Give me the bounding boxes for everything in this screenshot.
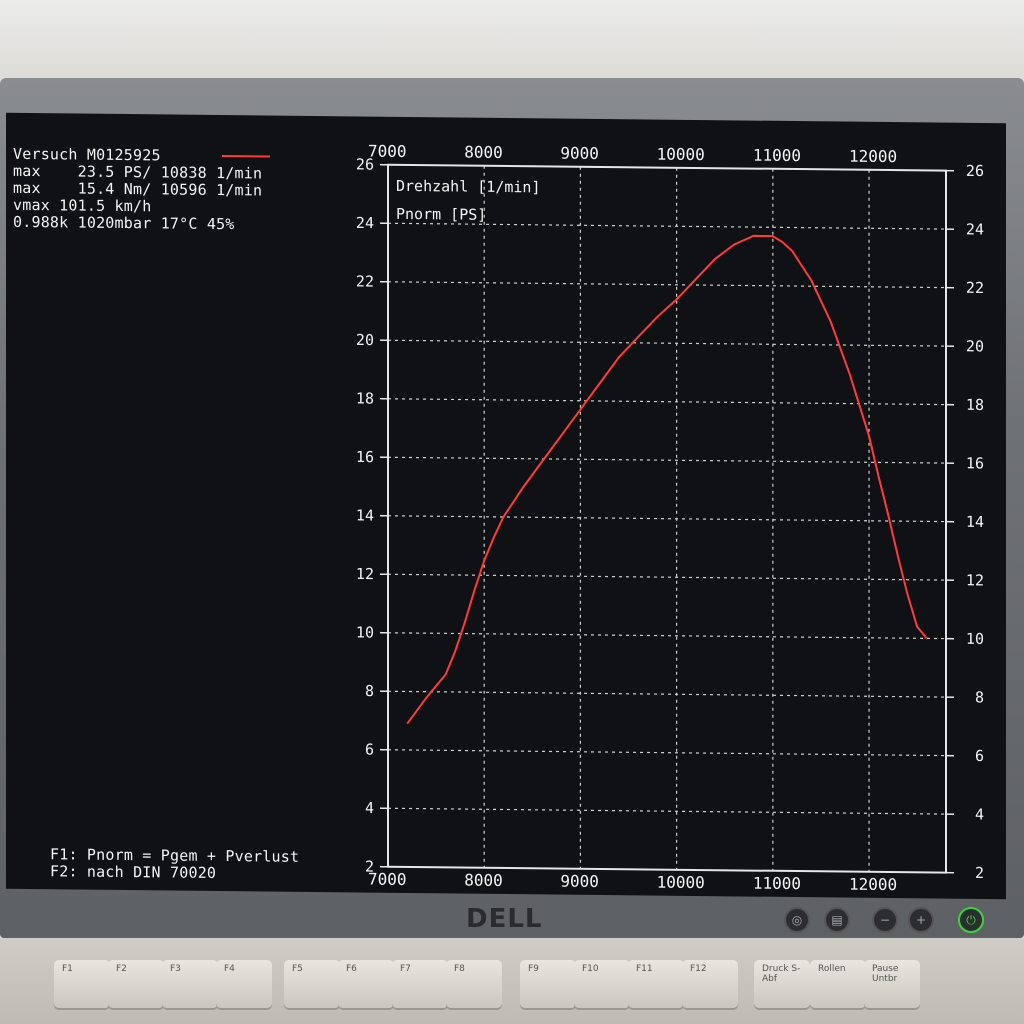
y-tick-label-left: 6	[365, 741, 374, 759]
chart-grid	[388, 165, 946, 872]
x-tick-label-top: 10000	[657, 145, 705, 165]
y-tick-label-right: 6	[975, 747, 984, 765]
power-button[interactable]: ⏻	[958, 907, 984, 933]
y-grid-line	[388, 573, 946, 581]
y-tick-label-right: 8	[975, 688, 984, 706]
key-pause-untbr[interactable]: Pause Untbr	[864, 960, 920, 1008]
y-tick-label-left: 20	[356, 331, 374, 349]
y-tick-label-left: 22	[356, 272, 374, 290]
y-tick-label-right: 16	[966, 454, 984, 472]
menu-button[interactable]: ▤	[824, 907, 850, 933]
key-f10[interactable]: F10	[574, 960, 630, 1008]
key-f12[interactable]: F12	[682, 960, 738, 1008]
y-tick-label-left: 4	[365, 799, 374, 817]
plot-frame	[387, 163, 947, 874]
monitor-screen: Versuch M0125925 max 23.5 PS/ 10838 1/mi…	[6, 112, 1006, 900]
x-tick-label-top: 12000	[849, 147, 897, 167]
y-grid-line	[388, 456, 946, 464]
y-tick-label-left: 26	[356, 155, 374, 173]
brightness-down-button[interactable]: −	[872, 907, 898, 933]
key-rollen[interactable]: Rollen	[810, 960, 866, 1008]
y-tick-label-right: 14	[966, 513, 984, 531]
x-tick-label-top: 9000	[560, 144, 599, 163]
y-tick-label-left: 14	[356, 506, 374, 524]
y-tick-label-right: 26	[966, 162, 984, 180]
x-tick-label-bottom: 9000	[560, 872, 599, 891]
y-grid-line	[388, 281, 946, 289]
key-f5[interactable]: F5	[284, 960, 340, 1008]
y-grid-line	[388, 690, 946, 698]
key-f9[interactable]: F9	[520, 960, 576, 1008]
y-grid-line	[388, 515, 946, 523]
y-tick-label-right: 18	[966, 396, 984, 414]
x-tick-label-top: 8000	[464, 143, 503, 162]
power-curve-line	[406, 234, 928, 725]
dell-logo: DELL	[466, 904, 543, 934]
y-grid-line	[388, 749, 946, 757]
y-tick-label-left: 24	[356, 214, 374, 232]
key-f7[interactable]: F7	[392, 960, 448, 1008]
y-tick-label-left: 8	[365, 682, 374, 700]
y-tick-label-right: 20	[966, 337, 984, 355]
x-tick-label-bottom: 10000	[657, 873, 705, 893]
y-tick-label-right: 12	[966, 571, 984, 589]
brightness-up-button[interactable]: +	[908, 907, 934, 933]
y-grid-line	[388, 398, 946, 406]
y-tick-label-left: 18	[356, 389, 374, 407]
key-druck-s-abf[interactable]: Druck S-Abf	[754, 960, 810, 1008]
y-tick-label-right: 24	[966, 220, 984, 238]
chart-series	[406, 234, 928, 725]
key-f11[interactable]: F11	[628, 960, 684, 1008]
y-axis-label: Pnorm [PS]	[396, 205, 486, 224]
y-tick-label-right: 4	[975, 805, 984, 823]
y-tick-label-right: 22	[966, 279, 984, 297]
y-tick-label-right: 10	[966, 630, 984, 648]
power-chart: 7000700080008000900090001000010000110001…	[356, 142, 984, 895]
y-grid-line	[388, 807, 946, 815]
y-grid-line	[388, 222, 946, 230]
x-tick-label-bottom: 12000	[849, 875, 897, 895]
key-f8[interactable]: F8	[446, 960, 502, 1008]
x-tick-label-top: 11000	[753, 146, 801, 166]
keyboard: F1 F2 F3 F4 F5 F6 F7 F8 F9 F10 F11 F12 Druck S-Abf Ro…	[0, 938, 1024, 1024]
y-tick-label-left: 2	[365, 858, 374, 876]
key-f3[interactable]: F3	[162, 960, 218, 1008]
y-tick-label-left: 16	[356, 448, 374, 466]
y-tick-label-left: 10	[356, 623, 374, 641]
key-f1[interactable]: F1	[54, 960, 110, 1008]
y-tick-label-right: 2	[975, 864, 984, 882]
x-axis-label: Drehzahl [1/min]	[396, 177, 540, 197]
x-tick-label-bottom: 11000	[753, 874, 801, 894]
x-tick-label-bottom: 8000	[464, 871, 503, 890]
y-grid-line	[388, 632, 946, 640]
input-source-button[interactable]: ◎	[784, 907, 810, 933]
y-tick-label-left: 12	[356, 565, 374, 583]
key-f4[interactable]: F4	[216, 960, 272, 1008]
key-f2[interactable]: F2	[108, 960, 164, 1008]
key-f6[interactable]: F6	[338, 960, 394, 1008]
y-grid-line	[388, 339, 946, 347]
